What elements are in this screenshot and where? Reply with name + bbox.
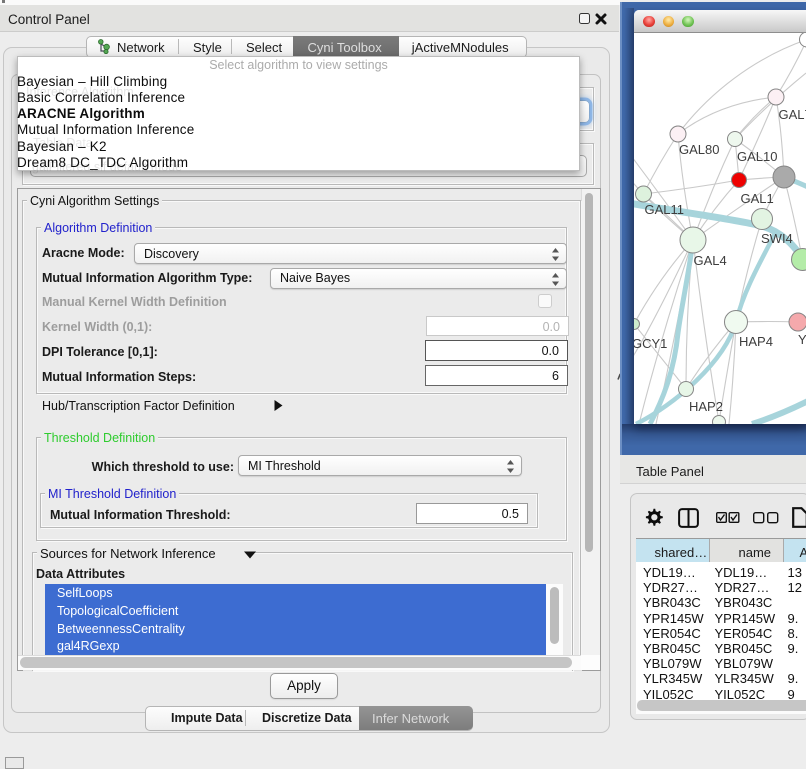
svg-text:GAL7: GAL7 — [779, 107, 806, 122]
svg-text:YEL: YEL — [798, 332, 806, 347]
svg-text:GCY1: GCY1 — [634, 336, 667, 351]
svg-text:GAL11: GAL11 — [645, 202, 685, 217]
svg-text:SWI4: SWI4 — [761, 231, 793, 246]
svg-text:HAP4: HAP4 — [739, 334, 773, 349]
svg-text:GAL10: GAL10 — [737, 149, 777, 164]
svg-text:GAL4: GAL4 — [694, 253, 727, 268]
svg-text:GAL80: GAL80 — [679, 142, 719, 157]
svg-text:GAL1: GAL1 — [741, 191, 774, 206]
svg-text:HAP2: HAP2 — [689, 399, 723, 414]
